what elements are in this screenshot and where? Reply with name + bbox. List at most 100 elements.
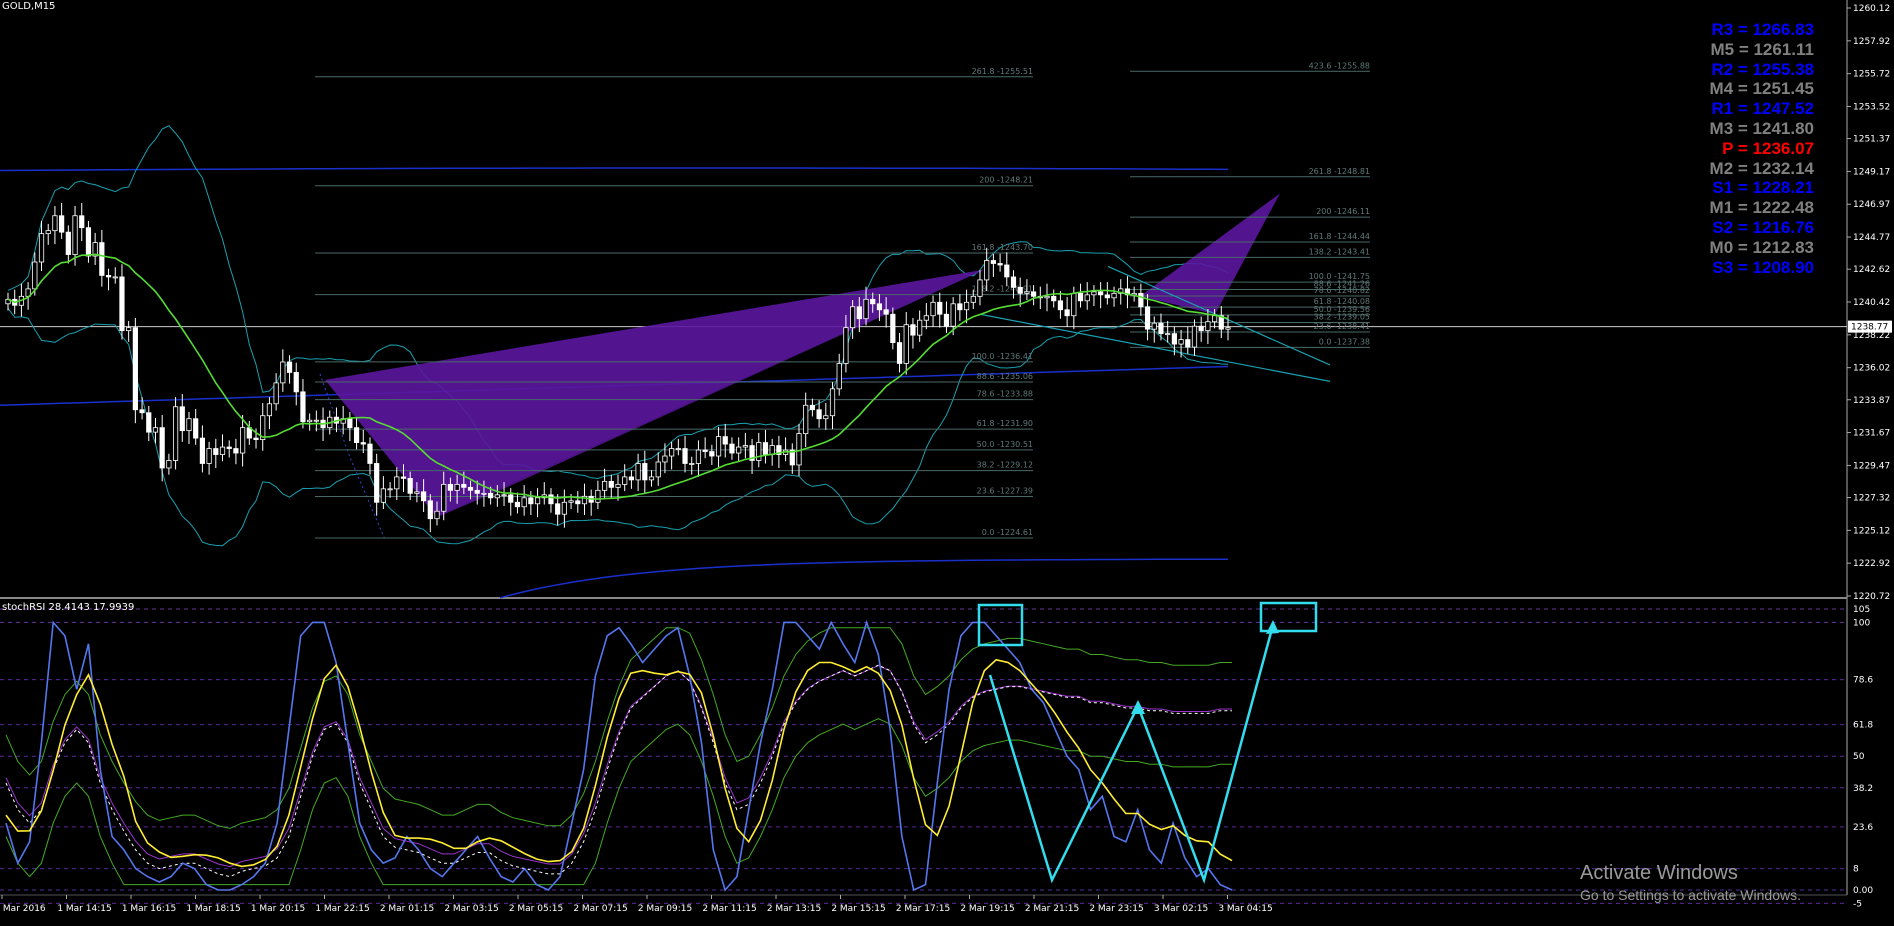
price-tick-label: 1240.42	[1853, 298, 1890, 308]
candle-body	[1104, 294, 1110, 299]
candle-body	[105, 275, 112, 278]
candle-body	[769, 445, 775, 455]
candle-body	[38, 233, 45, 263]
candle-body	[963, 301, 970, 311]
candle-body	[1198, 325, 1204, 332]
time-tick-label: 2 Mar 09:15	[638, 904, 692, 914]
price-tick-label: 1251.37	[1853, 135, 1890, 145]
candle-body	[548, 494, 554, 505]
current-price-label: 1238.77	[1851, 323, 1888, 333]
fib-level-label: 100.0 -1236.41	[972, 352, 1033, 361]
candle-body	[990, 260, 996, 264]
candle-body	[112, 276, 118, 279]
trading-chart[interactable]: 1260.12 1257.92 1255.72 1253.52 1251.37 1249.…	[0, 0, 1894, 922]
price-tick-label: 1222.92	[1853, 559, 1890, 569]
candle-body	[1017, 286, 1023, 294]
time-tick-label: 1 Mar 22:15	[315, 904, 369, 914]
candle-body	[286, 361, 293, 373]
candle-body	[347, 418, 353, 429]
time-tick-label: 1 Mar 18:15	[186, 904, 240, 914]
fib-level-label: 200 -1248.21	[979, 176, 1033, 185]
price-tick-label: 1253.52	[1853, 102, 1890, 112]
candle-body	[715, 436, 722, 457]
candle-body	[655, 461, 661, 478]
candle-body	[501, 494, 507, 497]
candle-body	[1098, 291, 1104, 296]
candle-body	[682, 448, 688, 464]
time-tick-label: 1 Mar 14:15	[57, 904, 111, 914]
candle-body	[635, 463, 641, 481]
time-tick-label: 2 Mar 01:15	[380, 904, 434, 914]
candle-body	[52, 215, 58, 232]
envelope-upper	[0, 167, 1229, 172]
candle-body	[280, 361, 286, 384]
candle-body	[206, 448, 212, 464]
candle-body	[434, 510, 440, 520]
stoch-tick-label: 78.6	[1853, 676, 1873, 686]
fib-level-label: 0.0 -1224.61	[982, 528, 1033, 537]
stoch-tick-label: 100	[1853, 618, 1870, 628]
price-tick-label: 1233.87	[1853, 396, 1890, 406]
time-tick-label: 2 Mar 05:15	[509, 904, 563, 914]
candle-body	[1071, 292, 1077, 317]
time-tick-label: 1 Mar 2016	[0, 904, 46, 914]
candle-body	[300, 391, 306, 423]
candle-body	[803, 404, 809, 435]
candle-body	[695, 449, 702, 464]
candle-body	[856, 306, 862, 320]
price-tick-label: 1244.77	[1853, 233, 1890, 243]
fib-level-label: 161.8 -1244.44	[1309, 232, 1370, 241]
candle-body	[85, 227, 92, 257]
candle-body	[1185, 339, 1191, 348]
pivot-level: R1 = 1247.52	[1711, 99, 1814, 119]
candle-body	[561, 501, 567, 515]
candle-body	[796, 433, 802, 466]
candle-body	[722, 436, 728, 445]
candle-body	[742, 445, 748, 448]
candle-body	[380, 488, 386, 503]
pivot-level: M1 = 1222.48	[1709, 198, 1814, 218]
time-tick-label: 2 Mar 03:15	[444, 904, 498, 914]
candle-body	[514, 501, 521, 508]
candle-body	[481, 492, 487, 495]
candle-body	[179, 406, 185, 432]
time-tick-label: 1 Mar 20:15	[251, 904, 305, 914]
candle-body	[568, 500, 574, 503]
candle-body	[662, 455, 668, 463]
candle-body	[293, 372, 299, 393]
candle-body	[997, 263, 1003, 266]
candle-body	[595, 489, 601, 503]
candle-body	[400, 476, 407, 479]
candle-body	[622, 476, 628, 485]
candle-body	[890, 313, 896, 343]
price-tick-label: 1255.72	[1853, 70, 1890, 80]
candle-body	[307, 419, 313, 423]
time-tick-label: 2 Mar 15:15	[831, 904, 885, 914]
candle-body	[1031, 291, 1037, 297]
stoch-band-upper	[5, 627, 1232, 829]
candle-body	[1171, 333, 1177, 345]
candle-body	[367, 443, 373, 464]
price-tick-label: 1220.72	[1853, 592, 1890, 602]
candle-body	[917, 319, 923, 336]
candle-body	[273, 382, 279, 405]
price-tick-label: 1249.17	[1853, 167, 1890, 177]
candle-body	[836, 363, 842, 390]
price-tick-label: 1227.32	[1853, 494, 1890, 504]
candle-body	[360, 442, 366, 445]
fib-level-label: 0.0 -1237.38	[1319, 337, 1370, 346]
candle-body	[689, 463, 695, 465]
symbol-label: GOLD,M15	[2, 1, 56, 12]
candle-body	[642, 463, 648, 481]
pivot-level: R2 = 1255.38	[1711, 59, 1814, 79]
candle-body	[823, 415, 829, 420]
candle-body	[467, 486, 474, 491]
watermark-title: Activate Windows	[1580, 862, 1738, 884]
candle-body	[1211, 315, 1218, 323]
time-tick-label: 3 Mar 04:15	[1218, 904, 1272, 914]
candle-body	[65, 231, 71, 255]
fib-level-label: 261.8 -1255.51	[972, 67, 1033, 76]
stoch-tick-label: 105	[1853, 605, 1870, 615]
pivot-level: S1 = 1228.21	[1712, 178, 1814, 198]
pivot-level: M4 = 1251.45	[1709, 79, 1814, 99]
